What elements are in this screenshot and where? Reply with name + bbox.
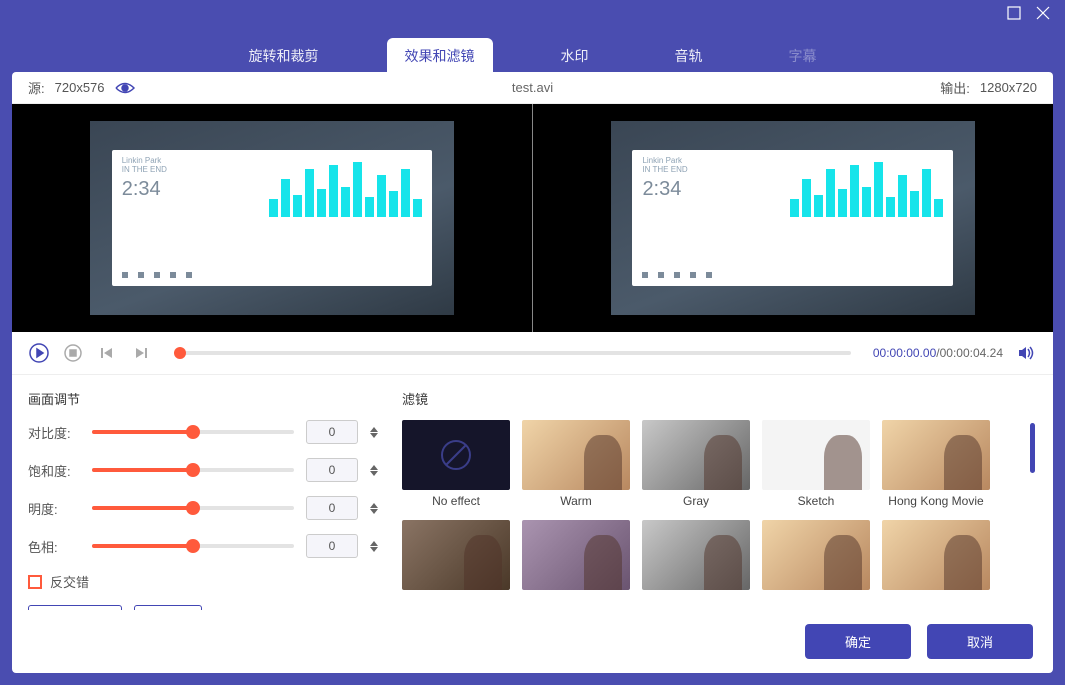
adjustment-panel: 画面调节 对比度: 0 饱和度: 0 明度: 0 色相: [28, 389, 378, 596]
brightness-value[interactable]: 0 [306, 496, 358, 520]
brightness-label: 明度: [28, 499, 80, 518]
filter-item[interactable] [642, 520, 750, 590]
tab-effects-filters[interactable]: 效果和滤镜 [387, 38, 493, 72]
filter-item[interactable]: Warm [522, 420, 630, 508]
next-frame-icon[interactable] [130, 342, 152, 364]
filename: test.avi [512, 80, 553, 95]
prev-frame-icon[interactable] [96, 342, 118, 364]
filters-title: 滤镜 [402, 389, 1037, 408]
saturation-label: 饱和度: [28, 461, 80, 480]
brightness-slider[interactable] [92, 506, 294, 510]
info-bar: 源: 720x576 test.avi 输出: 1280x720 [12, 72, 1053, 104]
tab-rotate-crop[interactable]: 旋转和裁剪 [231, 38, 337, 72]
filter-thumb [522, 520, 630, 590]
timeline-knob[interactable] [174, 347, 186, 359]
tabs: 旋转和裁剪 效果和滤镜 水印 音轨 字幕 [0, 30, 1065, 72]
cancel-button[interactable]: 取消 [927, 624, 1033, 659]
volume-icon[interactable] [1015, 342, 1037, 364]
content: 源: 720x576 test.avi 输出: 1280x720 Linkin … [12, 72, 1053, 673]
stop-icon[interactable] [62, 342, 84, 364]
filter-thumb [402, 420, 510, 490]
filter-thumb [522, 420, 630, 490]
footer: 确定 取消 [12, 610, 1053, 673]
filter-label: Hong Kong Movie [882, 494, 990, 508]
saturation-value[interactable]: 0 [306, 458, 358, 482]
time-total: 00:00:04.24 [940, 346, 1003, 360]
source-label: 源: [28, 78, 45, 97]
adjust-title: 画面调节 [28, 389, 378, 408]
hue-label: 色相: [28, 537, 80, 556]
contrast-label: 对比度: [28, 423, 80, 442]
equalizer-icon-2 [790, 162, 943, 217]
output-resolution: 1280x720 [980, 80, 1037, 95]
playback-controls: 00:00:00.00/00:00:04.24 [12, 332, 1053, 375]
brightness-spinner[interactable] [370, 503, 378, 514]
filter-thumb [642, 520, 750, 590]
filter-item[interactable] [762, 520, 870, 590]
filter-item[interactable]: Hong Kong Movie [882, 420, 990, 508]
hue-slider[interactable] [92, 544, 294, 548]
deinterlace-checkbox[interactable] [28, 575, 42, 589]
hue-value[interactable]: 0 [306, 534, 358, 558]
output-video-frame: Linkin Park IN THE END 2:34 [611, 121, 975, 315]
filters-grid: No effect Warm Gray Sketch Hong Kong Movie [402, 420, 1037, 590]
filter-label: Warm [522, 494, 630, 508]
contrast-value[interactable]: 0 [306, 420, 358, 444]
saturation-slider[interactable] [92, 468, 294, 472]
filter-thumb [402, 520, 510, 590]
output-preview: Linkin Park IN THE END 2:34 [533, 104, 1054, 332]
filter-item[interactable] [402, 520, 510, 590]
filter-thumb [762, 420, 870, 490]
source-resolution: 720x576 [55, 80, 105, 95]
equalizer-icon [269, 162, 422, 217]
filter-thumb [642, 420, 750, 490]
tab-watermark[interactable]: 水印 [543, 38, 607, 72]
close-icon[interactable] [1036, 6, 1050, 25]
ok-button[interactable]: 确定 [805, 624, 911, 659]
deinterlace-label: 反交错 [50, 572, 89, 591]
tab-audio[interactable]: 音轨 [657, 38, 721, 72]
filter-item[interactable] [522, 520, 630, 590]
filter-label: No effect [402, 494, 510, 508]
filter-item[interactable] [882, 520, 990, 590]
hue-spinner[interactable] [370, 541, 378, 552]
filter-thumb [762, 520, 870, 590]
preview-area: Linkin Park IN THE END 2:34 Linkin Park … [12, 104, 1053, 332]
output-label: 输出: [940, 78, 970, 97]
source-video-frame: Linkin Park IN THE END 2:34 [90, 121, 454, 315]
titlebar [0, 0, 1065, 30]
play-icon[interactable] [28, 342, 50, 364]
filter-item[interactable]: Gray [642, 420, 750, 508]
preview-toggle-icon[interactable] [115, 81, 135, 95]
time-display: 00:00:00.00/00:00:04.24 [873, 346, 1003, 360]
filter-label: Gray [642, 494, 750, 508]
filter-item[interactable]: No effect [402, 420, 510, 508]
filter-label: Sketch [762, 494, 870, 508]
time-current: 00:00:00.00 [873, 346, 936, 360]
contrast-spinner[interactable] [370, 427, 378, 438]
tab-subtitle[interactable]: 字幕 [771, 38, 835, 72]
maximize-icon[interactable] [1007, 6, 1021, 25]
filter-thumb [882, 520, 990, 590]
filter-thumb [882, 420, 990, 490]
filters-scrollbar[interactable] [1030, 423, 1035, 473]
timeline-slider[interactable] [174, 351, 851, 355]
panels: 画面调节 对比度: 0 饱和度: 0 明度: 0 色相: [12, 375, 1053, 610]
saturation-spinner[interactable] [370, 465, 378, 476]
contrast-slider[interactable] [92, 430, 294, 434]
source-preview: Linkin Park IN THE END 2:34 [12, 104, 533, 332]
filter-item[interactable]: Sketch [762, 420, 870, 508]
filters-panel: 滤镜 No effect Warm Gray Sketch Hong Kong Movi… [402, 389, 1037, 596]
